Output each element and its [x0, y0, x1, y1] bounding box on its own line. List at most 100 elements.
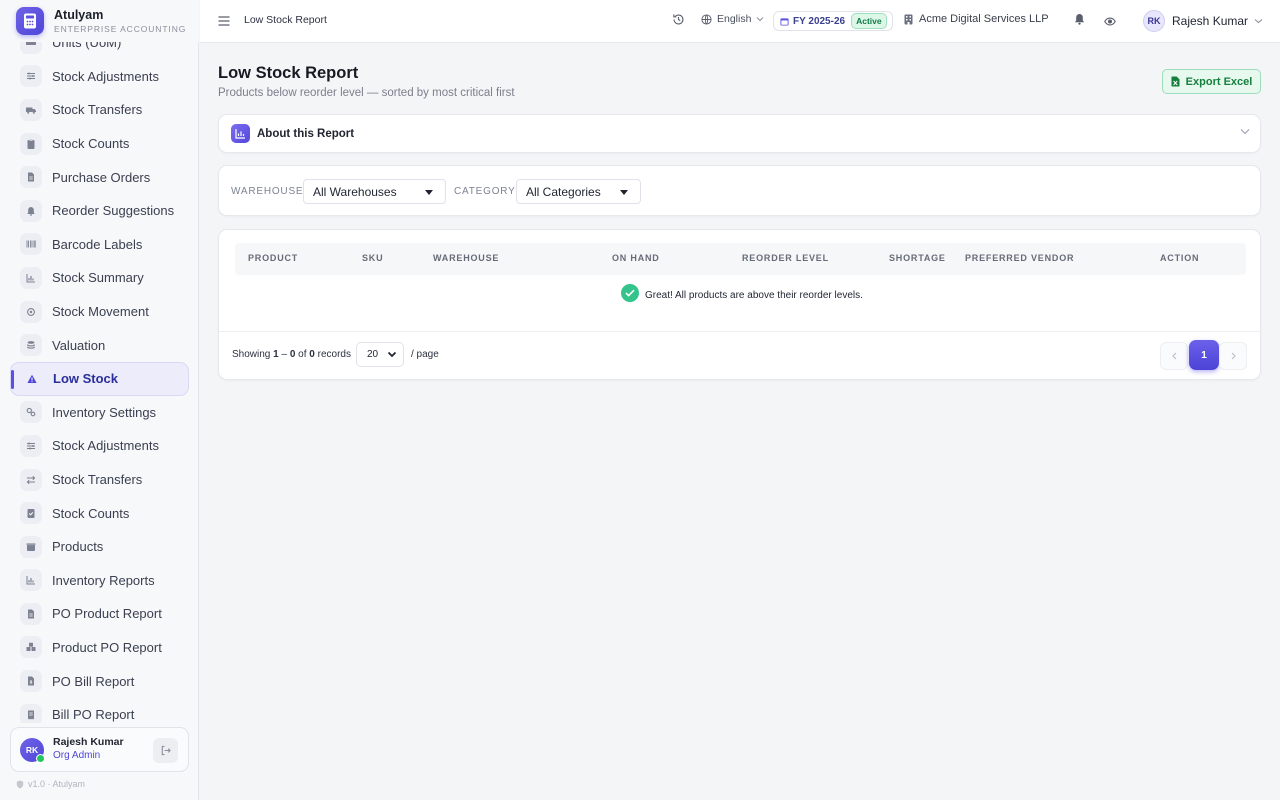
language-selector[interactable]: English: [701, 13, 764, 25]
sidebar-item-label: Reorder Suggestions: [52, 203, 175, 219]
sidebar-item-label: Bill PO Report: [52, 707, 135, 723]
history-button[interactable]: [672, 13, 685, 29]
category-select[interactable]: All Categories: [516, 179, 641, 204]
about-report-panel[interactable]: About this Report: [218, 114, 1261, 153]
next-page-button[interactable]: [1219, 342, 1247, 370]
caret-down-icon: [425, 190, 433, 195]
sidebar-item-low-stock[interactable]: Low Stock: [10, 361, 189, 396]
receipt-icon: [20, 703, 42, 723]
bar-chart-icon: [20, 569, 42, 592]
sidebar-item-stock-counts[interactable]: Stock Counts: [10, 127, 189, 161]
sidebar-item-units-uom[interactable]: Units (UoM): [10, 42, 189, 60]
brand-subtitle: ENTERPRISE ACCOUNTING: [54, 23, 187, 34]
column-header-reorder-level[interactable]: REORDER LEVEL: [742, 253, 829, 263]
sidebar-item-label: Inventory Settings: [52, 404, 157, 420]
column-header-on-hand[interactable]: ON HAND: [612, 253, 660, 263]
column-header-shortage[interactable]: SHORTAGE: [889, 253, 946, 263]
sidebar-user-card[interactable]: RK Rajesh Kumar Org Admin: [10, 727, 189, 772]
sidebar-item-valuation[interactable]: Valuation: [10, 328, 189, 362]
sidebar-item-product-po-report[interactable]: Product PO Report: [10, 631, 189, 665]
per-page-label: / page: [411, 349, 439, 360]
sidebar-item-label: Units (UoM): [52, 42, 122, 51]
brand[interactable]: Atulyam ENTERPRISE ACCOUNTING: [0, 0, 199, 42]
sidebar-user-role: Org Admin: [53, 750, 101, 761]
fiscal-year-selector[interactable]: FY 2025-26 Active: [773, 11, 893, 31]
sidebar-item-bill-po-report[interactable]: Bill PO Report: [10, 698, 189, 723]
avatar: RK: [20, 737, 45, 763]
column-header-sku[interactable]: SKU: [362, 253, 383, 263]
sidebar-item-barcode-labels[interactable]: Barcode Labels: [10, 228, 189, 262]
logout-button[interactable]: [153, 738, 178, 763]
column-header-preferred-vendor[interactable]: PREFERRED VENDOR: [965, 253, 1074, 263]
organization-selector[interactable]: Acme Digital Services LLP: [904, 13, 1049, 25]
chevron-down-icon: [757, 17, 764, 22]
sidebar-item-inventory-settings[interactable]: Inventory Settings: [10, 396, 189, 430]
range-end: 0: [289, 349, 296, 360]
sidebar-item-label: Valuation: [52, 337, 106, 353]
range-start: 1: [273, 349, 279, 360]
sidebar-item-po-product-report[interactable]: PO Product Report: [10, 597, 189, 631]
warning-icon: [21, 368, 43, 390]
arrows-swap-icon: [20, 468, 42, 491]
page-button-current[interactable]: 1: [1189, 340, 1219, 370]
sidebar-item-label: Products: [52, 539, 104, 555]
sidebar-item-stock-adjustments[interactable]: Stock Adjustments: [10, 60, 189, 94]
bill-icon: $: [20, 670, 42, 693]
column-header-product[interactable]: PRODUCT: [248, 253, 298, 263]
per-page-select[interactable]: 20: [356, 342, 404, 367]
sidebar-user-name: Rajesh Kumar: [53, 736, 124, 748]
building-icon: [904, 14, 913, 24]
refresh-icon: [20, 300, 42, 323]
sliders-icon: [20, 434, 42, 457]
language-label: English: [717, 13, 752, 25]
sidebar-item-stock-adjustments[interactable]: Stock Adjustments: [10, 429, 189, 463]
chevron-down-icon: [387, 351, 397, 358]
showing-prefix: Showing: [232, 349, 271, 360]
export-excel-button[interactable]: Export Excel: [1162, 69, 1261, 94]
user-menu[interactable]: RK Rajesh Kumar: [1143, 10, 1263, 32]
category-filter-label: CATEGORY: [454, 186, 516, 197]
column-header-warehouse[interactable]: WAREHOUSE: [433, 253, 499, 263]
previous-page-button[interactable]: [1160, 342, 1188, 370]
page-title: Low Stock Report: [218, 64, 359, 82]
shield-icon: [16, 780, 24, 788]
chevron-right-icon: [1231, 352, 1236, 360]
breadcrumb: Low Stock Report: [244, 14, 327, 26]
empty-state: Great! All products are above their reor…: [621, 284, 863, 302]
document-icon: [20, 602, 42, 625]
export-excel-label: Export Excel: [1185, 75, 1253, 88]
records-label: records: [317, 349, 351, 360]
preview-toggle-button[interactable]: [1104, 14, 1116, 29]
chevron-down-icon: [1254, 19, 1263, 24]
sidebar-item-stock-movement[interactable]: Stock Movement: [10, 295, 189, 329]
records-total: 0: [309, 349, 315, 360]
sidebar-item-label: Purchase Orders: [52, 169, 151, 185]
sidebar-item-reorder-suggestions[interactable]: Reorder Suggestions: [10, 194, 189, 228]
sidebar-nav: Units (UoM) Stock Adjustments Stock Transf…: [0, 42, 199, 723]
sidebar-item-products[interactable]: Products: [10, 530, 189, 564]
sidebar-item-stock-transfers[interactable]: Stock Transfers: [10, 463, 189, 497]
boxes-icon: [20, 636, 42, 659]
chevron-left-icon: [1171, 352, 1176, 360]
sidebar-item-label: PO Product Report: [52, 606, 162, 622]
bell-icon: [20, 199, 42, 222]
sidebar-item-stock-counts[interactable]: Stock Counts: [10, 496, 189, 530]
warehouse-select[interactable]: All Warehouses: [303, 179, 446, 204]
organization-name: Acme Digital Services LLP: [919, 13, 1049, 25]
hamburger-icon: [218, 16, 230, 26]
sidebar-item-label: Stock Adjustments: [52, 68, 159, 84]
menu-toggle-button[interactable]: [218, 14, 230, 29]
truck-icon: [20, 98, 42, 121]
warehouse-filter-label: WAREHOUSE: [231, 186, 304, 197]
notifications-button[interactable]: [1074, 13, 1085, 28]
per-page-value: 20: [367, 349, 379, 360]
sidebar-item-po-bill-report[interactable]: $ PO Bill Report: [10, 664, 189, 698]
sidebar-item-stock-transfers[interactable]: Stock Transfers: [10, 93, 189, 127]
sidebar-item-label: Inventory Reports: [52, 572, 155, 588]
sidebar-item-inventory-reports[interactable]: Inventory Reports: [10, 564, 189, 598]
version-info: v1.0 · Atulyam: [16, 779, 85, 789]
sidebar-item-purchase-orders[interactable]: Purchase Orders: [10, 160, 189, 194]
sidebar-item-stock-summary[interactable]: Stock Summary: [10, 261, 189, 295]
empty-state-message: Great! All products are above their reor…: [645, 289, 863, 301]
sidebar-item-label: PO Bill Report: [52, 673, 135, 689]
